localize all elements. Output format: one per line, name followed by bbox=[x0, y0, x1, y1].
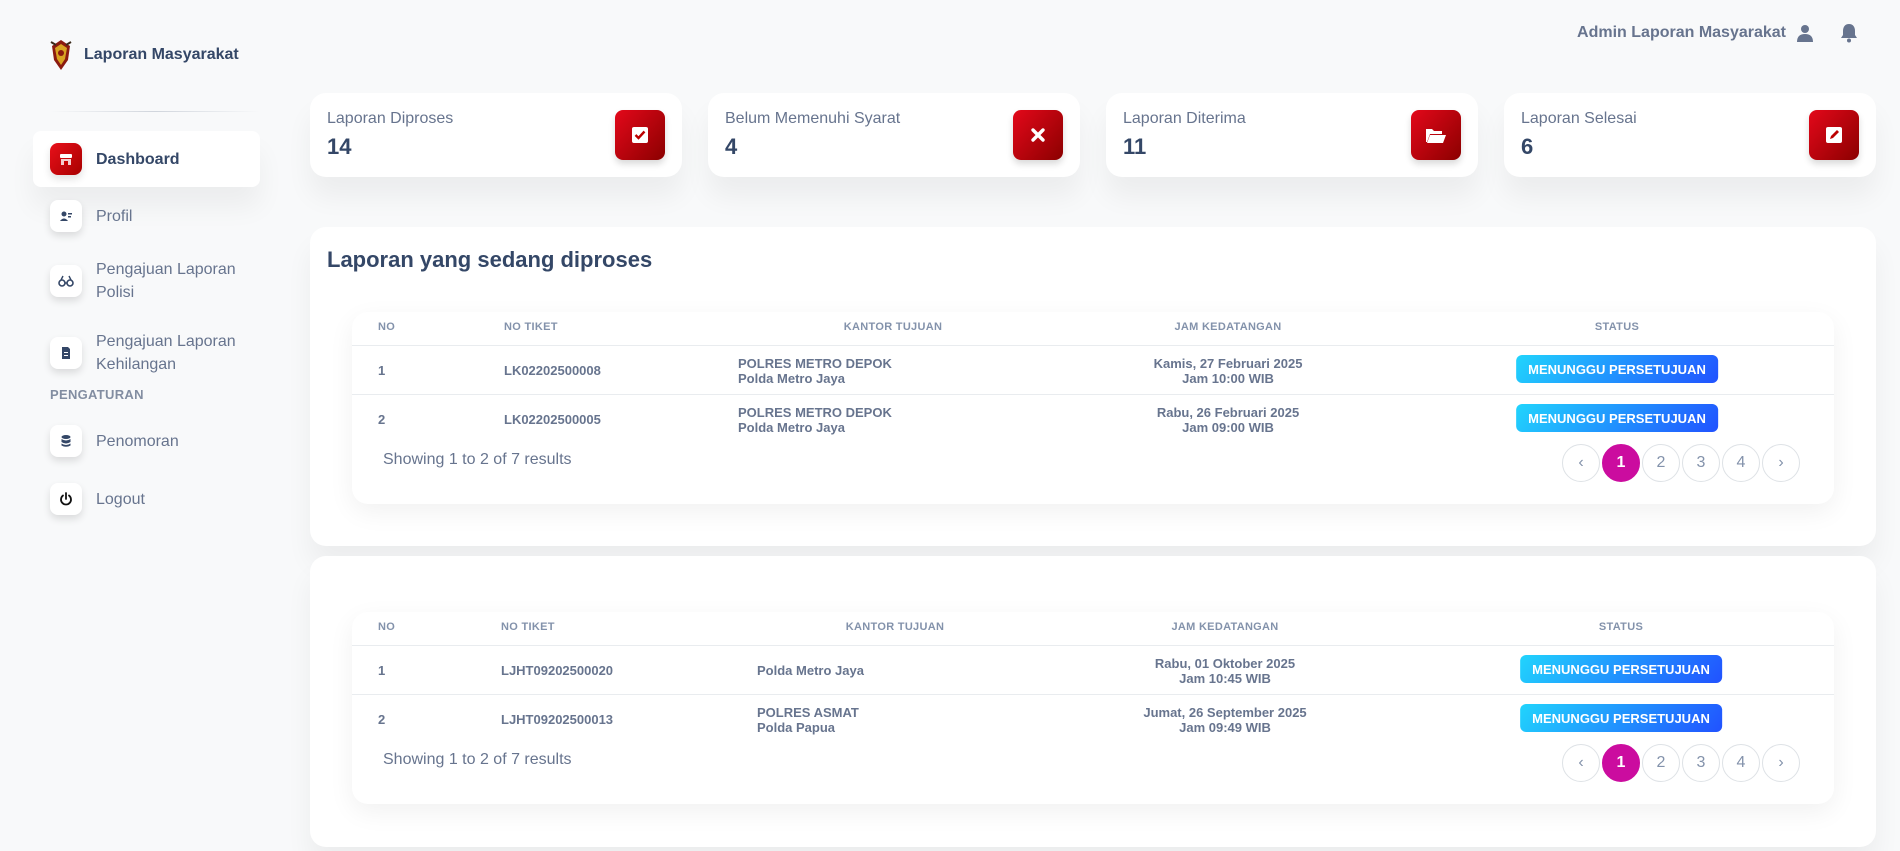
pagination-page-2[interactable]: 2 bbox=[1642, 444, 1680, 482]
edit-icon bbox=[1809, 110, 1859, 160]
pagination-page-4[interactable]: 4 bbox=[1722, 444, 1760, 482]
cell-date: Rabu, 01 Oktober 2025 bbox=[1154, 656, 1296, 671]
column-header-no: NO bbox=[378, 621, 396, 633]
pagination-prev[interactable]: ‹ bbox=[1562, 744, 1600, 782]
brand-name: Laporan Masyarakat bbox=[84, 46, 239, 63]
stat-card-laporan-selesai: Laporan Selesai 6 bbox=[1504, 93, 1876, 177]
row-divider bbox=[352, 394, 1834, 395]
sidebar-item-label: Dashboard bbox=[96, 150, 180, 168]
row-divider bbox=[352, 694, 1834, 695]
check-square-icon bbox=[615, 110, 665, 160]
sidebar-divider bbox=[50, 111, 260, 112]
status-badge: MENUNGGU PERSETUJUAN bbox=[1516, 404, 1718, 432]
cell-office-region: Polda Metro Jaya bbox=[738, 371, 845, 386]
pagination: ‹ 1 2 3 4 › bbox=[1562, 444, 1800, 482]
stat-card-belum-memenuhi-syarat: Belum Memenuhi Syarat 4 bbox=[708, 93, 1080, 177]
cell-date: Kamis, 27 Februari 2025 bbox=[1153, 356, 1303, 371]
cell-ticket: LJHT09202500013 bbox=[501, 712, 614, 727]
column-header-no-tiket: NO TIKET bbox=[504, 321, 558, 333]
cell-no: 2 bbox=[378, 712, 386, 727]
column-header-jam-kedatangan: JAM KEDATANGAN bbox=[1171, 621, 1279, 633]
sidebar-item-pengajuan-laporan-polisi[interactable]: Pengajuan Laporan Polisi bbox=[33, 258, 260, 304]
sidebar-item-label: Pengajuan Laporan Polisi bbox=[96, 261, 236, 301]
column-header-status: STATUS bbox=[1598, 621, 1644, 633]
pagination-prev[interactable]: ‹ bbox=[1562, 444, 1600, 482]
bell-icon[interactable] bbox=[1838, 22, 1860, 44]
sidebar-item-label: Penomoran bbox=[96, 432, 179, 450]
pagination-summary: Showing 1 to 2 of 7 results bbox=[383, 751, 572, 768]
status-badge: MENUNGGU PERSETUJUAN bbox=[1516, 355, 1718, 383]
sidebar-item-label: Profil bbox=[96, 207, 133, 225]
table-laporan-diproses: NO NO TIKET KANTOR TUJUAN JAM KEDATANGAN… bbox=[352, 312, 1834, 504]
cell-time: Jam 09:00 WIB bbox=[1182, 420, 1274, 435]
pagination-page-3[interactable]: 3 bbox=[1682, 444, 1720, 482]
stat-card-laporan-diterima: Laporan Diterima 11 bbox=[1106, 93, 1478, 177]
pagination-page-4[interactable]: 4 bbox=[1722, 744, 1760, 782]
cell-time: Jam 10:45 WIB bbox=[1179, 671, 1271, 686]
cell-time: Jam 09:49 WIB bbox=[1179, 720, 1271, 735]
cell-no: 2 bbox=[378, 412, 386, 427]
pagination-page-3[interactable]: 3 bbox=[1682, 744, 1720, 782]
column-header-kantor-tujuan: KANTOR TUJUAN bbox=[843, 321, 943, 333]
column-header-jam-kedatangan: JAM KEDATANGAN bbox=[1174, 321, 1282, 333]
pagination-next[interactable]: › bbox=[1762, 744, 1800, 782]
glasses-icon bbox=[50, 265, 82, 297]
topbar: Admin Laporan Masyarakat bbox=[1577, 22, 1860, 44]
pagination-page-2[interactable]: 2 bbox=[1642, 744, 1680, 782]
police-logo-icon bbox=[50, 40, 72, 70]
x-icon bbox=[1013, 110, 1063, 160]
sidebar-item-pengajuan-laporan-kehilangan[interactable]: Pengajuan Laporan Kehilangan bbox=[33, 330, 260, 376]
folder-open-icon bbox=[1411, 110, 1461, 160]
brand[interactable]: Laporan Masyarakat bbox=[48, 38, 239, 72]
pagination-page-1[interactable]: 1 bbox=[1602, 744, 1640, 782]
sidebar-item-penomoran[interactable]: Penomoran bbox=[33, 424, 260, 458]
power-icon bbox=[50, 483, 82, 515]
sidebar-item-logout[interactable]: Logout bbox=[33, 482, 260, 516]
status-badge: MENUNGGU PERSETUJUAN bbox=[1520, 704, 1722, 732]
pagination-next[interactable]: › bbox=[1762, 444, 1800, 482]
cell-office-region: Polda Papua bbox=[757, 720, 836, 735]
cell-ticket: LK02202500005 bbox=[504, 412, 601, 427]
cell-office-name: POLRES METRO DEPOK bbox=[738, 405, 892, 420]
column-header-kantor-tujuan: KANTOR TUJUAN bbox=[845, 621, 945, 633]
cell-no: 1 bbox=[378, 663, 386, 678]
sidebar-item-profil[interactable]: Profil bbox=[33, 199, 260, 233]
cell-date: Rabu, 26 Februari 2025 bbox=[1156, 405, 1300, 420]
cell-date: Jumat, 26 September 2025 bbox=[1143, 705, 1307, 720]
sidebar-item-label: Pengajuan Laporan Kehilangan bbox=[96, 333, 236, 373]
document-icon bbox=[50, 337, 82, 369]
shop-icon bbox=[50, 143, 82, 175]
cell-office-name: POLRES ASMAT bbox=[757, 705, 859, 720]
sidebar-item-label: Logout bbox=[96, 490, 145, 508]
sidebar-item-dashboard[interactable]: Dashboard bbox=[33, 131, 260, 187]
cell-ticket: LK02202500008 bbox=[504, 363, 601, 378]
user-icon[interactable] bbox=[1794, 22, 1816, 44]
cell-office-region: Polda Metro Jaya bbox=[738, 420, 845, 435]
pagination: ‹ 1 2 3 4 › bbox=[1562, 744, 1800, 782]
table-laporan-kehilangan: NO NO TIKET KANTOR TUJUAN JAM KEDATANGAN… bbox=[352, 612, 1834, 804]
panel-laporan-diproses: Laporan yang sedang diproses NO NO TIKET… bbox=[310, 227, 1876, 546]
column-header-no-tiket: NO TIKET bbox=[501, 621, 555, 633]
user-name[interactable]: Admin Laporan Masyarakat bbox=[1577, 24, 1786, 42]
pagination-page-1[interactable]: 1 bbox=[1602, 444, 1640, 482]
pagination-summary: Showing 1 to 2 of 7 results bbox=[383, 451, 572, 468]
database-icon bbox=[50, 425, 82, 457]
panel-title: Laporan yang sedang diproses bbox=[327, 247, 653, 272]
user-card-icon bbox=[50, 200, 82, 232]
cell-office-name: POLRES METRO DEPOK bbox=[738, 356, 892, 371]
row-divider bbox=[352, 645, 1834, 646]
cell-no: 1 bbox=[378, 363, 386, 378]
stat-card-laporan-diproses: Laporan Diproses 14 bbox=[310, 93, 682, 177]
row-divider bbox=[352, 345, 1834, 346]
cell-ticket: LJHT09202500020 bbox=[501, 663, 614, 678]
panel-laporan-kehilangan: NO NO TIKET KANTOR TUJUAN JAM KEDATANGAN… bbox=[310, 556, 1876, 847]
cell-time: Jam 10:00 WIB bbox=[1182, 371, 1274, 386]
column-header-no: NO bbox=[378, 321, 396, 333]
sidebar-section-label: PENGATURAN bbox=[50, 387, 144, 402]
column-header-status: STATUS bbox=[1594, 321, 1640, 333]
cell-office-name: Polda Metro Jaya bbox=[757, 663, 864, 678]
sidebar: Laporan Masyarakat Dashboard Profil Peng… bbox=[0, 0, 280, 851]
status-badge: MENUNGGU PERSETUJUAN bbox=[1520, 655, 1722, 683]
